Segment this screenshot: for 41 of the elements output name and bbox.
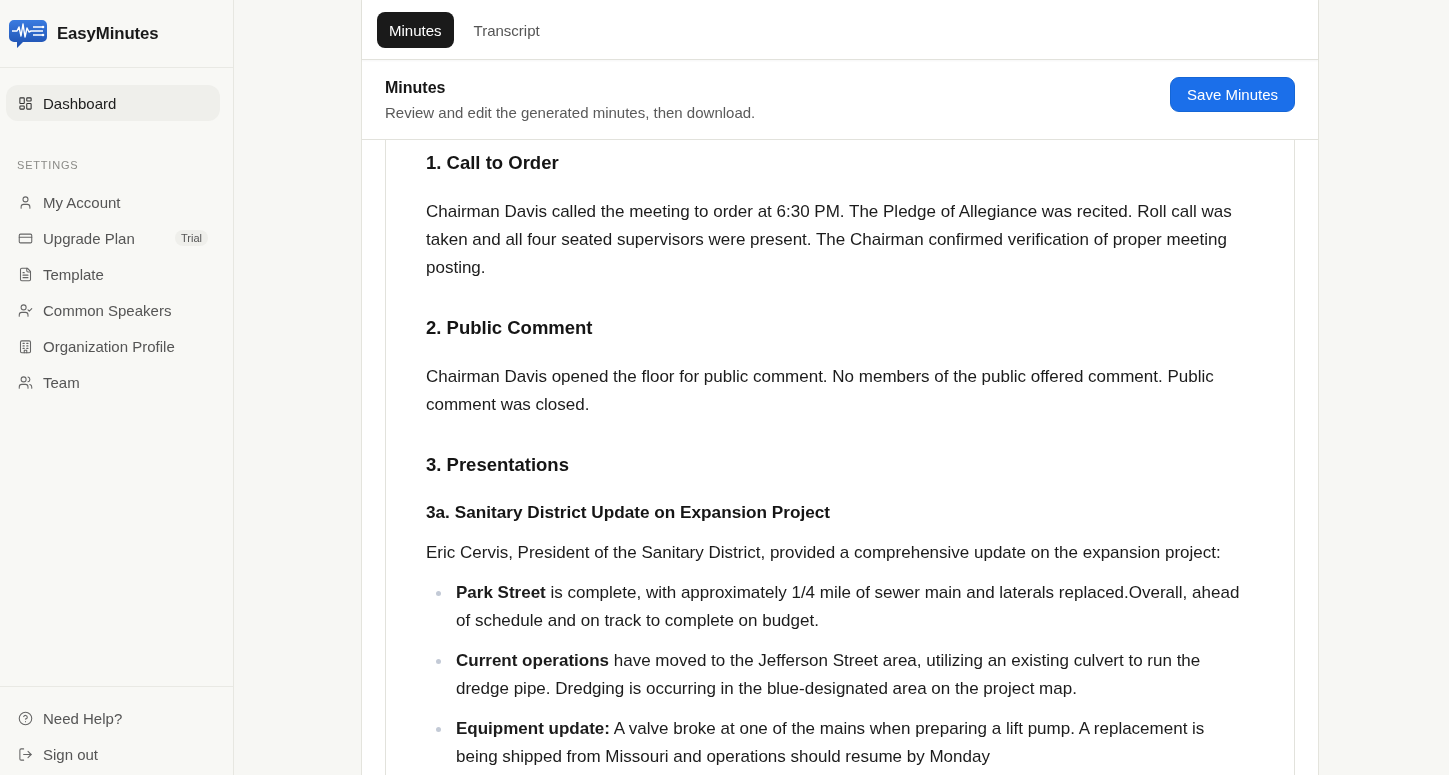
sidebar-item[interactable]: Organization Profile: [6, 328, 220, 364]
panel-subtitle: Review and edit the generated minutes, then download.: [385, 102, 756, 123]
user-icon: [18, 194, 33, 210]
document-icon: [18, 266, 33, 282]
bullet-text: Equipment update: A valve broke at one of the mains when preparing a lift pump. A replacement is being shipped from Missouri and operations should resume by Monday: [456, 718, 1206, 768]
tab[interactable]: Transcript: [461, 12, 552, 48]
subsection-heading: 3a. Sanitary District Update on Expansion Project: [426, 501, 831, 524]
plan-badge: Trial: [175, 230, 208, 246]
bullet-icon: [436, 591, 441, 596]
minutes-editor[interactable]: [385, 140, 1295, 775]
sidebar-item[interactable]: Team: [6, 364, 220, 400]
paragraph: Eric Cervis, President of the Sanitary District, provided a comprehensive update on the expansion project:: [426, 542, 1222, 564]
sidebar-item[interactable]: Sign out: [6, 736, 220, 772]
tab[interactable]: Minutes: [377, 12, 454, 48]
app-name: EasyMinutes: [57, 23, 159, 44]
sidebar-item[interactable]: Common Speakers: [6, 292, 220, 328]
sign-out-icon: [18, 746, 33, 762]
sidebar-item[interactable]: My Account: [6, 184, 220, 220]
speech-bubble-waveform-logo: [9, 19, 47, 48]
bullet-text: Current operations have moved to the Jefferson Street area, utilizing an existing culvert to run the dredge pipe. Dredging is occurring in the blue-designated area on the project map.: [456, 650, 1202, 700]
sidebar-item[interactable]: Need Help?: [6, 700, 220, 736]
sidebar-item[interactable]: Dashboard: [6, 85, 220, 121]
users-icon: [18, 374, 33, 390]
help-icon: [18, 710, 33, 726]
building-icon: [18, 338, 33, 354]
bullet-text: Park Street is complete, with approximately 1/4 mile of sewer main and laterals replaced.Overall, ahead of schedule and on track to complete on budget.: [456, 582, 1241, 632]
panel-title: Minutes: [385, 77, 447, 98]
credit-card-icon: [18, 230, 33, 246]
paragraph: Chairman Davis called the meeting to order at 6:30 PM. The Pledge of Allegiance was recited. Roll call was taken and all four seated supervisors were present. The Chairman confirmed verification of proper meeting posting.: [426, 201, 1233, 279]
sidebar-item[interactable]: Upgrade Plan Trial: [6, 220, 220, 256]
section-label: SETTINGS: [17, 158, 80, 173]
sidebar-item[interactable]: Template: [6, 256, 220, 292]
bullet-icon: [436, 727, 441, 732]
section-heading: 3. Presentations: [426, 453, 570, 477]
save-minutes-button[interactable]: Save Minutes: [1170, 76, 1295, 112]
grid-icon: [18, 95, 33, 111]
section-heading: 1. Call to Order: [426, 151, 560, 175]
section-heading: 2. Public Comment: [426, 316, 594, 340]
bullet-icon: [436, 659, 441, 664]
user-check-icon: [18, 302, 33, 318]
paragraph: Chairman Davis opened the floor for public comment. No members of the public offered comment. Public comment was closed.: [426, 366, 1215, 416]
